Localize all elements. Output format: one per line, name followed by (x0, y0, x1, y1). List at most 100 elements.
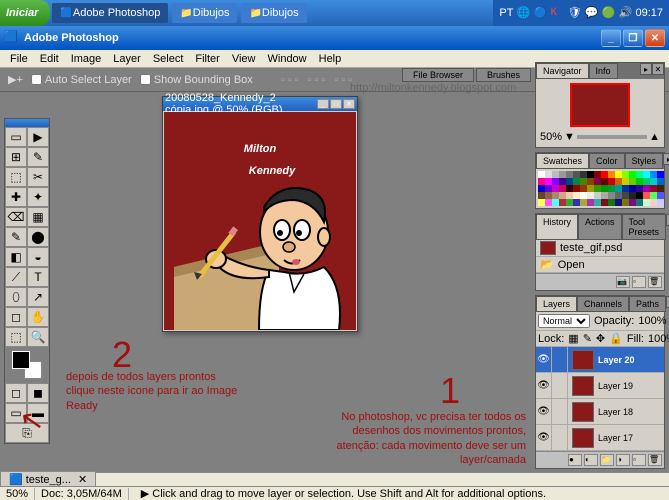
swatch[interactable] (643, 185, 650, 192)
panel-menu-icon[interactable]: ▸ (640, 63, 652, 75)
tool-button[interactable]: ▦ (27, 207, 49, 227)
tool-button[interactable]: ⊞ (5, 147, 27, 167)
swatch[interactable] (615, 185, 622, 192)
new-snapshot-icon[interactable]: 📷 (616, 276, 630, 288)
swatch[interactable] (587, 199, 594, 206)
zoom-out-icon[interactable]: ▼ (564, 131, 575, 143)
status-docsize[interactable]: Doc: 3,05M/64M (35, 488, 129, 500)
swatch[interactable] (587, 178, 594, 185)
swatch[interactable] (587, 192, 594, 199)
swatch[interactable] (580, 185, 587, 192)
paths-tab[interactable]: Paths (629, 296, 666, 312)
zoom-in-icon[interactable]: ▲ (649, 131, 660, 143)
swatch[interactable] (552, 185, 559, 192)
tool-button[interactable]: ✦ (27, 187, 49, 207)
swatch[interactable] (650, 192, 657, 199)
swatch[interactable] (615, 199, 622, 206)
toolbox-titlebar[interactable] (5, 119, 49, 127)
visibility-icon[interactable]: 👁 (536, 373, 552, 398)
status-zoom[interactable]: 50% (0, 488, 35, 500)
trash-icon[interactable]: 🗑 (648, 454, 662, 466)
menu-view[interactable]: View (226, 51, 262, 67)
swatch[interactable] (552, 192, 559, 199)
swatch[interactable] (657, 178, 664, 185)
close-button[interactable]: ✕ (645, 29, 665, 47)
fg-color-swatch[interactable] (12, 351, 30, 369)
link-icon[interactable] (552, 399, 568, 424)
maximize-button[interactable]: ❐ (623, 29, 643, 47)
swatch[interactable] (629, 178, 636, 185)
swatch[interactable] (629, 192, 636, 199)
visibility-icon[interactable]: 👁 (536, 399, 552, 424)
swatch[interactable] (657, 171, 664, 178)
tool-button[interactable]: ⬤ (27, 227, 49, 247)
taskbar-folder-2[interactable]: 📁 Dibujos (241, 3, 306, 23)
navigator-thumbnail[interactable] (570, 83, 630, 127)
lock-pixels-icon[interactable]: ✎ (583, 332, 592, 345)
opacity-value[interactable]: 100% (638, 315, 666, 327)
brushes-tab[interactable]: Brushes (476, 68, 531, 82)
adjustment-icon[interactable]: ◑ (616, 454, 630, 466)
link-icon[interactable] (552, 373, 568, 398)
info-tab[interactable]: Info (589, 63, 618, 79)
swatch[interactable] (643, 178, 650, 185)
swatch[interactable] (566, 192, 573, 199)
bounding-box-checkbox[interactable]: Show Bounding Box (140, 74, 253, 86)
lock-position-icon[interactable]: ✥ (596, 332, 605, 345)
tray-lang[interactable]: PT (499, 7, 513, 19)
tool-button[interactable]: 🔍 (27, 327, 49, 347)
menu-image[interactable]: Image (65, 51, 108, 67)
swatch[interactable] (608, 185, 615, 192)
tool-button[interactable]: ◒ (27, 247, 49, 267)
tool-button[interactable]: ⬯ (5, 287, 27, 307)
trash-icon[interactable]: 🗑 (648, 276, 662, 288)
color-picker[interactable] (12, 351, 42, 379)
swatch[interactable] (636, 185, 643, 192)
swatch[interactable] (573, 192, 580, 199)
swatch[interactable] (580, 171, 587, 178)
swatch[interactable] (629, 199, 636, 206)
swatch[interactable] (601, 185, 608, 192)
quickmask-off[interactable]: ◻ (5, 383, 27, 403)
swatch[interactable] (601, 199, 608, 206)
swatch[interactable] (594, 192, 601, 199)
tray-icon[interactable]: 💬 (584, 6, 598, 20)
swatch[interactable] (587, 185, 594, 192)
tool-button[interactable]: ↗ (27, 287, 49, 307)
styles-tab[interactable]: Styles (625, 153, 664, 169)
taskbar-app-photoshop[interactable]: 🟦 Adobe Photoshop (52, 3, 168, 23)
tray-icon[interactable]: 🟢 (601, 6, 615, 20)
link-icon[interactable] (552, 347, 568, 372)
layer-row[interactable]: 👁Layer 17 (536, 425, 664, 451)
new-layer-icon[interactable]: ▫ (632, 454, 646, 466)
swatch[interactable] (650, 199, 657, 206)
tray-icon[interactable]: 🔵 (533, 6, 547, 20)
tool-button[interactable]: ◻ (5, 307, 27, 327)
tray-icon[interactable]: 🌐 (516, 6, 530, 20)
document-titlebar[interactable]: 20080528_Kennedy_2 cópia.jpg @ 50% (RGB)… (163, 97, 357, 111)
zoom-slider[interactable] (577, 135, 647, 139)
history-snapshot[interactable]: teste_gif.psd (536, 240, 664, 257)
new-doc-icon[interactable]: ▫ (632, 276, 646, 288)
swatch[interactable] (629, 171, 636, 178)
swatch[interactable] (657, 192, 664, 199)
swatch[interactable] (643, 171, 650, 178)
blend-mode-select[interactable]: Normal (538, 314, 590, 328)
menu-help[interactable]: Help (313, 51, 348, 67)
link-icon[interactable] (552, 425, 568, 450)
swatch[interactable] (643, 192, 650, 199)
swatch[interactable] (552, 178, 559, 185)
swatch[interactable] (636, 171, 643, 178)
swatch[interactable] (636, 192, 643, 199)
swatch[interactable] (587, 171, 594, 178)
new-set-icon[interactable]: 📁 (600, 454, 614, 466)
tray-icon[interactable]: 🛡 (567, 6, 581, 20)
auto-select-checkbox[interactable]: Auto Select Layer (31, 74, 132, 86)
swatch[interactable] (601, 171, 608, 178)
actions-tab[interactable]: Actions (578, 214, 622, 240)
swatch[interactable] (559, 192, 566, 199)
tool-button[interactable]: T (27, 267, 49, 287)
layer-row[interactable]: 👁Layer 19 (536, 373, 664, 399)
fill-value[interactable]: 100% (648, 333, 669, 345)
swatch[interactable] (636, 199, 643, 206)
